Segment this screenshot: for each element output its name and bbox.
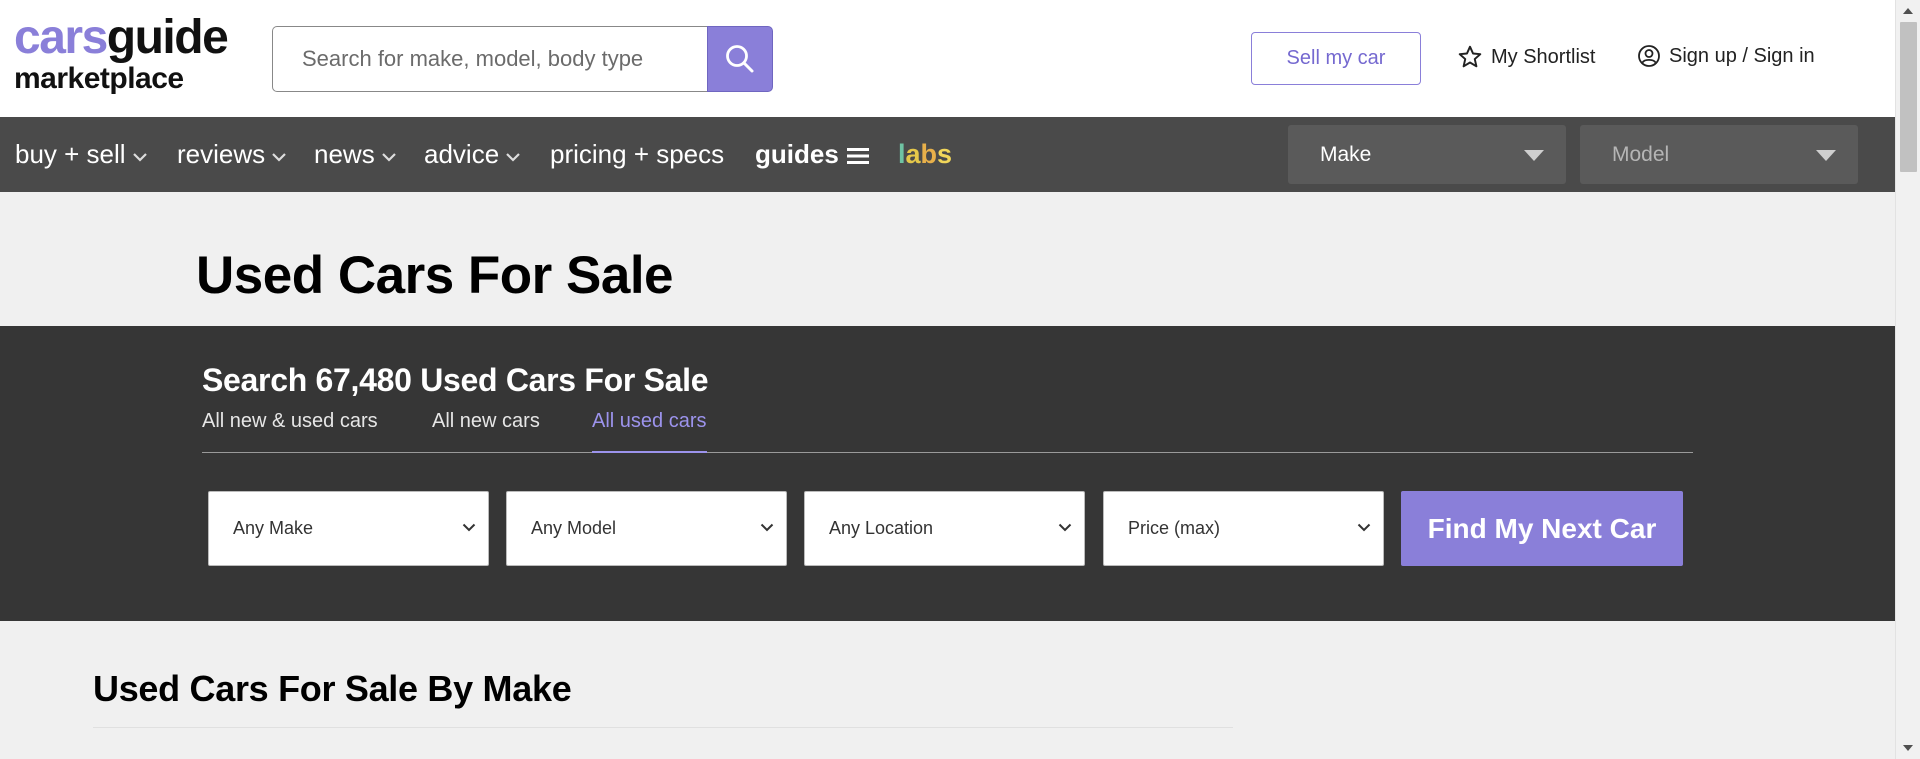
any-make-label: Any Make	[233, 518, 314, 538]
chevron-down-icon	[760, 523, 774, 532]
any-location-label: Any Location	[829, 518, 934, 538]
nav-reviews[interactable]: reviews	[177, 117, 287, 192]
scroll-up-arrow-icon[interactable]	[1903, 8, 1913, 14]
nav-news[interactable]: news	[314, 117, 397, 192]
search-panel-title: Search 67,480 Used Cars For Sale	[202, 362, 709, 398]
chevron-down-icon	[381, 152, 396, 162]
nav-news-label: news	[314, 139, 375, 169]
nav-pricing-specs-label: pricing + specs	[550, 139, 725, 169]
any-model-select[interactable]: Any Model	[506, 491, 787, 566]
chevron-down-icon	[506, 152, 520, 162]
nav-buy-sell[interactable]: buy + sell	[15, 117, 148, 192]
price-max-select[interactable]: Price (max)	[1103, 491, 1384, 566]
nav-guides-label: guides	[755, 139, 839, 169]
nav-make-label: Make	[1320, 142, 1372, 166]
find-my-next-car-button[interactable]: Find My Next Car	[1401, 491, 1683, 566]
chevron-down-icon	[132, 152, 147, 162]
chevron-down-icon	[1357, 523, 1371, 532]
search-input[interactable]	[272, 26, 708, 92]
nav-guides[interactable]: guides	[755, 117, 869, 192]
sign-in-link[interactable]: Sign up / Sign in	[1637, 44, 1815, 68]
nav-labs[interactable]: labs	[898, 117, 952, 192]
logo-cars: cars	[14, 11, 108, 64]
nav-model-label: Model	[1612, 142, 1670, 166]
tab-all-new[interactable]: All new cars	[432, 406, 540, 453]
any-location-select[interactable]: Any Location	[804, 491, 1085, 566]
dropdown-triangle-icon	[1524, 150, 1544, 161]
star-icon	[1458, 45, 1482, 68]
header-search	[272, 26, 773, 92]
tab-all-new-used[interactable]: All new & used cars	[202, 406, 378, 453]
chevron-down-icon	[462, 523, 476, 532]
labs-letter-l: l	[898, 139, 906, 169]
shortlist-label: My Shortlist	[1491, 45, 1596, 68]
logo-marketplace: marketplace	[14, 62, 184, 95]
signin-label: Sign up / Sign in	[1669, 44, 1815, 67]
site-header: carsguide marketplace Sell my car My Sho…	[0, 0, 1895, 117]
price-max-label: Price (max)	[1128, 518, 1221, 538]
scroll-down-arrow-icon[interactable]	[1903, 745, 1913, 751]
tab-all-used[interactable]: All used cars	[592, 406, 707, 453]
nav-model-select[interactable]: Model	[1580, 125, 1858, 184]
page-title: Used Cars For Sale	[196, 246, 674, 305]
carsguide-logo[interactable]: carsguide marketplace	[14, 11, 229, 95]
dropdown-triangle-icon	[1816, 150, 1836, 161]
labs-letter-b: b	[920, 139, 938, 169]
search-button[interactable]	[707, 26, 773, 92]
by-make-heading: Used Cars For Sale By Make	[93, 668, 572, 709]
nav-advice-label: advice	[424, 139, 500, 169]
chevron-down-icon	[272, 152, 286, 162]
nav-buy-sell-label: buy + sell	[15, 139, 126, 169]
search-icon	[726, 45, 754, 73]
nav-advice[interactable]: advice	[424, 117, 521, 192]
labs-letter-s: s	[937, 139, 953, 169]
nav-make-select[interactable]: Make	[1288, 125, 1566, 184]
nav-pricing-specs[interactable]: pricing + specs	[550, 117, 724, 192]
user-icon	[1638, 45, 1660, 67]
search-tabs: All new & used cars All new cars All use…	[202, 406, 1693, 453]
any-make-select[interactable]: Any Make	[208, 491, 489, 566]
chevron-down-icon	[1058, 523, 1072, 532]
labs-letter-a: a	[905, 139, 921, 169]
sell-my-car-button[interactable]: Sell my car	[1251, 32, 1421, 85]
my-shortlist-link[interactable]: My Shortlist	[1457, 44, 1595, 70]
scroll-thumb[interactable]	[1900, 22, 1917, 172]
used-cars-search-panel: Search 67,480 Used Cars For Sale All new…	[0, 326, 1895, 621]
logo-guide: guide	[106, 11, 229, 64]
page-scrollbar[interactable]	[1895, 0, 1920, 759]
hamburger-icon	[846, 147, 869, 164]
nav-reviews-label: reviews	[177, 139, 266, 169]
main-nav: buy + sell reviews news advice pricing +…	[0, 117, 1895, 192]
any-model-label: Any Model	[531, 518, 617, 538]
divider	[93, 727, 1233, 728]
